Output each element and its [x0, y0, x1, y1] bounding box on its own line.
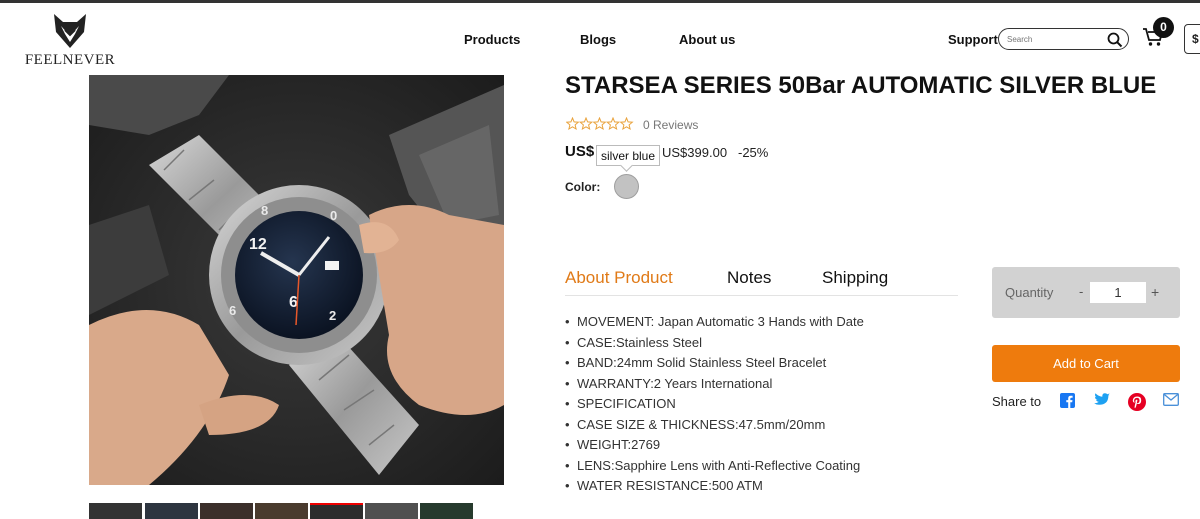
brand-logo[interactable]: FEELNEVER [20, 12, 120, 68]
price-currency: US$ [565, 143, 595, 160]
search-input[interactable] [1007, 32, 1103, 46]
svg-text:12: 12 [249, 236, 267, 253]
logo-text: FEELNEVER [24, 52, 116, 68]
thumbnail-5[interactable] [310, 503, 363, 519]
spec-item: CASE:Stainless Steel [565, 335, 864, 356]
cart-count-badge: 0 [1153, 17, 1174, 38]
spec-item: LENS:Sapphire Lens with Anti-Reflective … [565, 458, 864, 479]
spec-item: WATER RESISTANCE:500 ATM [565, 478, 864, 499]
watch-photo: 8 0 6 2 12 6 [89, 75, 504, 485]
thumbnail-1[interactable] [89, 503, 142, 519]
quantity-panel: Quantity - + [992, 267, 1180, 318]
product-main-image[interactable]: 8 0 6 2 12 6 [89, 75, 504, 485]
color-tooltip: silver blue [596, 145, 661, 166]
reviews-count[interactable]: 0 Reviews [643, 118, 698, 132]
quantity-input[interactable] [1090, 282, 1146, 303]
product-title: STARSEA SERIES 50Bar AUTOMATIC SILVER BL… [565, 72, 1157, 99]
facebook-icon[interactable] [1060, 393, 1075, 408]
rating-stars[interactable] [565, 116, 634, 136]
nav-products[interactable]: Products [464, 32, 520, 47]
spec-item: MOVEMENT: Japan Automatic 3 Hands with D… [565, 314, 864, 335]
thumbnail-4[interactable] [255, 503, 308, 519]
quantity-decrease-button[interactable]: - [1079, 284, 1083, 299]
thumbnail-7[interactable] [420, 503, 473, 519]
quantity-increase-button[interactable]: + [1151, 284, 1159, 300]
tab-shipping[interactable]: Shipping [822, 268, 888, 288]
quantity-label: Quantity [1005, 285, 1054, 300]
spec-item: WARRANTY:2 Years International [565, 376, 864, 397]
color-label: Color: [565, 180, 601, 194]
color-swatch-silver-blue[interactable] [614, 174, 639, 199]
twitter-icon[interactable] [1094, 393, 1110, 407]
svg-text:8: 8 [261, 203, 268, 218]
tabs-divider [565, 295, 958, 296]
svg-text:2: 2 [329, 308, 336, 323]
search-icon[interactable] [1107, 32, 1123, 48]
spec-item: SPECIFICATION [565, 396, 864, 417]
search-box [998, 28, 1129, 50]
discount-badge: -25% [738, 145, 769, 160]
support-link[interactable]: Support [948, 32, 998, 47]
nav-blogs[interactable]: Blogs [580, 32, 616, 47]
site-header: FEELNEVER Products Blogs About us Suppor… [0, 3, 1200, 75]
thumbnail-3[interactable] [200, 503, 253, 519]
product-specs-list: MOVEMENT: Japan Automatic 3 Hands with D… [565, 314, 864, 499]
fox-logo-icon [54, 14, 86, 48]
spec-item: BAND:24mm Solid Stainless Steel Bracelet [565, 355, 864, 376]
svg-text:0: 0 [330, 208, 337, 223]
tab-notes[interactable]: Notes [727, 268, 771, 288]
svg-text:6: 6 [229, 303, 236, 318]
original-price: US$399.00 [662, 145, 728, 160]
nav-about-us[interactable]: About us [679, 32, 735, 47]
email-icon[interactable] [1163, 393, 1179, 406]
spec-item: CASE SIZE & THICKNESS:47.5mm/20mm [565, 417, 864, 438]
share-label: Share to [992, 394, 1042, 409]
pinterest-icon[interactable] [1128, 393, 1146, 411]
currency-selector[interactable]: $ [1184, 24, 1200, 54]
add-to-cart-button[interactable]: Add to Cart [992, 345, 1180, 382]
star-rating-icon [565, 116, 634, 131]
tab-about-product[interactable]: About Product [565, 268, 673, 288]
thumbnail-6[interactable] [365, 503, 418, 519]
spec-item: WEIGHT:2769 [565, 437, 864, 458]
thumbnail-2[interactable] [145, 503, 198, 519]
